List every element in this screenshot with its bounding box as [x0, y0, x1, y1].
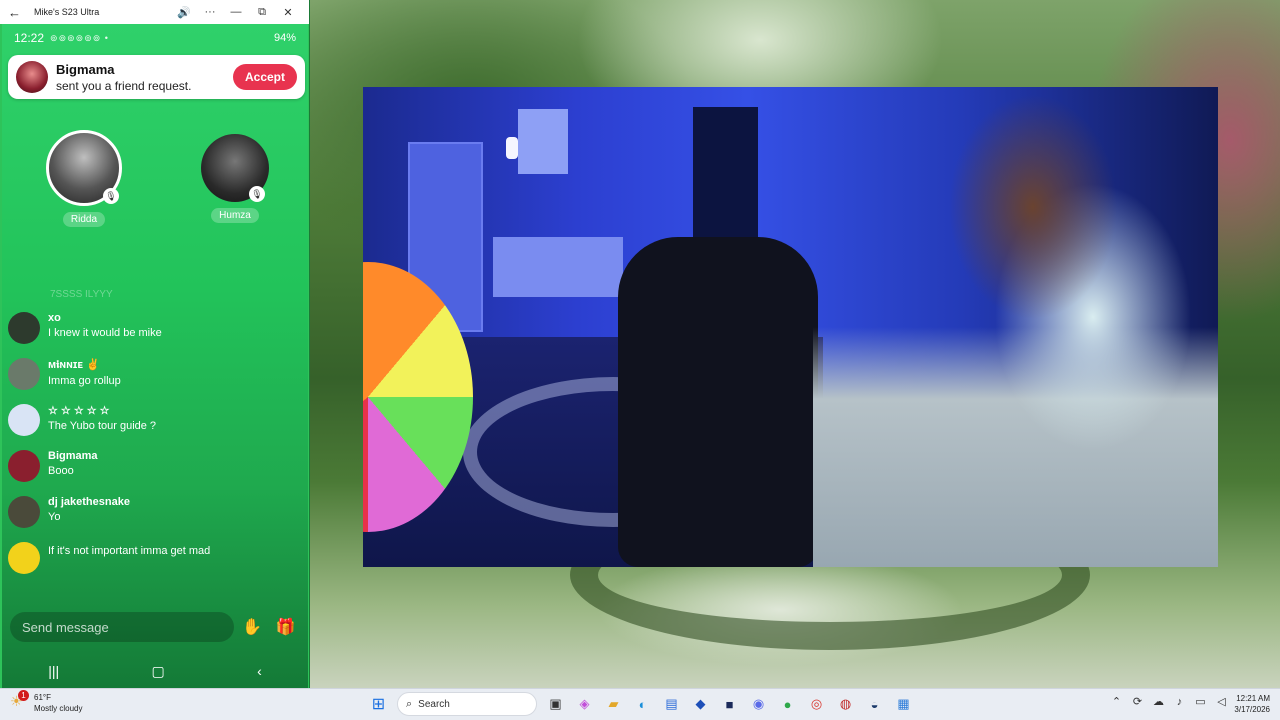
avatar [8, 312, 40, 344]
file-explorer-icon[interactable]: ▰ [602, 692, 626, 716]
clock-time: 12:21 AM [1236, 694, 1270, 703]
notification-message: sent you a friend request. [56, 78, 192, 93]
chat-text: Imma go rollup [48, 375, 121, 387]
restore-button[interactable]: ⧉ [249, 6, 275, 19]
video-chair [618, 237, 818, 567]
recents-button[interactable]: ||| [48, 663, 59, 679]
faded-chat-line: 7SSSS ILYYY [50, 289, 113, 300]
chat-text: Yo [48, 511, 61, 523]
cloud-icon[interactable]: ☁ [1148, 695, 1169, 708]
microphone-icon[interactable]: ♪ [1169, 696, 1190, 708]
chat-message[interactable]: If it's not important imma get mad [8, 542, 304, 588]
chat-username: ᴍ𝖎ɴɴɪᴇ ✌ [48, 359, 100, 371]
window-titlebar: ← Mike's S23 Ultra 🔊 ··· — ⧉ ✕ [0, 0, 309, 24]
weather-widget[interactable]: ☀ 1 61°F Mostly cloudy [10, 690, 83, 714]
video-poster [518, 109, 568, 174]
back-arrow-icon[interactable]: ← [8, 5, 24, 20]
chat-text: I knew it would be mike [48, 327, 162, 339]
phone-link-icon[interactable]: ▦ [892, 692, 916, 716]
windows-start-icon[interactable]: ⊞ [367, 692, 391, 716]
microphone-icon: 🎙 [103, 188, 119, 204]
chat-text: Booo [48, 465, 74, 477]
home-button[interactable]: ▢ [152, 663, 165, 680]
copilot-icon[interactable]: ◈ [573, 692, 597, 716]
chat-text: The Yubo tour guide ? [48, 420, 157, 432]
chat-username: dj jakethesnake [48, 496, 130, 508]
avatar [8, 450, 40, 482]
system-tray: ⌃ ⟳ ☁ ♪ ▭ ◁ [1106, 695, 1232, 709]
avatar [16, 61, 48, 93]
discord-icon[interactable]: ◉ [747, 692, 771, 716]
close-button[interactable]: ✕ [275, 6, 301, 19]
chat-username: xo [48, 312, 61, 324]
avatar [8, 404, 40, 436]
weather-condition: Mostly cloudy [34, 704, 83, 713]
friend-request-notification[interactable]: Bigmama sent you a friend request. Accep… [8, 55, 305, 99]
speaker-humza[interactable]: 🎙 Humza [197, 134, 273, 223]
message-composer: ✋ 🎁 [10, 611, 300, 643]
avatar [8, 358, 40, 390]
taskbar-search[interactable]: ⌕ Search [397, 692, 537, 716]
edge-browser-icon[interactable]: ◐ [631, 692, 655, 716]
battery-level: 94% [273, 32, 296, 44]
send-message-input[interactable] [10, 612, 234, 642]
video-person [813, 87, 1218, 567]
chrome-icon[interactable]: ◎ [805, 692, 829, 716]
chevron-up-icon[interactable]: ⌃ [1106, 695, 1127, 708]
speaker-name: Ridda [62, 212, 106, 227]
phone-mirror-window: ← Mike's S23 Ultra 🔊 ··· — ⧉ ✕ 12:22 ⊚⊚⊚… [0, 0, 310, 688]
search-label: Search [418, 698, 450, 710]
app-green-icon[interactable]: ● [776, 692, 800, 716]
smiley-avatar-icon [8, 542, 40, 574]
microphone-icon: 🎙 [249, 186, 265, 202]
chat-feed[interactable]: 7SSSS ILYYY xo I knew it would be mike ᴍ… [8, 289, 304, 588]
more-icon[interactable]: ··· [197, 6, 223, 18]
chat-message[interactable]: xo I knew it would be mike [8, 312, 304, 358]
status-notification-icons: ⊚⊚⊚⊚⊚⊚ • [50, 32, 109, 43]
minimize-button[interactable]: — [223, 6, 249, 18]
weather-sun-icon: ☀ 1 [10, 690, 30, 713]
sync-icon[interactable]: ⟳ [1127, 695, 1148, 708]
app-icon[interactable]: ■ [718, 692, 742, 716]
chat-message[interactable]: dj jakethesnake Yo [8, 496, 304, 542]
speaker-ridda[interactable]: 🎙 Ridda [44, 130, 124, 227]
video-lamp [506, 137, 518, 159]
phone-status-bar: 12:22 ⊚⊚⊚⊚⊚⊚ • 94% [2, 24, 308, 52]
temperature: 61°F [34, 693, 51, 702]
display-icon[interactable]: ▭ [1190, 695, 1211, 708]
chat-username: Bigmama [48, 450, 98, 462]
chat-message[interactable]: ᴍ𝖎ɴɴɪᴇ ✌ Imma go rollup [8, 358, 304, 404]
avatar [8, 496, 40, 528]
window-title: Mike's S23 Ultra [34, 7, 100, 17]
video-counter [493, 237, 623, 297]
gift-icon[interactable]: 🎁 [271, 617, 300, 637]
phone-screen: 12:22 ⊚⊚⊚⊚⊚⊚ • 94% Bigmama sent you a fr… [2, 24, 308, 688]
android-nav-bar: ||| ▢ ‹ [2, 658, 308, 684]
accept-button[interactable]: Accept [232, 64, 297, 90]
audio-icon[interactable]: 🔊 [171, 6, 197, 19]
steam-icon[interactable]: ◒ [863, 692, 887, 716]
system-clock[interactable]: 12:21 AM 3/17/2026 [1218, 693, 1270, 715]
taskbar-apps: ⊞ ⌕ Search ▣ ◈ ▰ ◐ ▤ ◆ ■ ◉ ● ◎ ◍ ◒ ▦ [364, 692, 918, 716]
chat-username: ☆ ☆ ☆ ☆ ☆ [48, 405, 110, 417]
weather-badge: 1 [18, 690, 29, 701]
search-icon: ⌕ [406, 697, 413, 710]
chat-text: If it's not important imma get mad [48, 545, 211, 557]
chat-message[interactable]: ☆ ☆ ☆ ☆ ☆ The Yubo tour guide ? [8, 404, 304, 450]
notification-name: Bigmama [56, 61, 115, 77]
store-icon[interactable]: ▤ [660, 692, 684, 716]
speaker-name: Humza [211, 208, 259, 223]
wave-hand-icon[interactable]: ✋ [238, 617, 267, 637]
status-time: 12:22 [14, 31, 45, 45]
chat-message[interactable]: Bigmama Booo [8, 450, 304, 496]
dropbox-icon[interactable]: ◆ [689, 692, 713, 716]
nav-back-button[interactable]: ‹ [257, 663, 262, 679]
task-view-icon[interactable]: ▣ [544, 692, 568, 716]
video-stream[interactable] [363, 87, 1218, 567]
obs-icon[interactable]: ◍ [834, 692, 858, 716]
taskbar: ☀ 1 61°F Mostly cloudy ⊞ ⌕ Search ▣ ◈ ▰ … [0, 688, 1280, 720]
clock-date: 3/17/2026 [1234, 705, 1270, 714]
